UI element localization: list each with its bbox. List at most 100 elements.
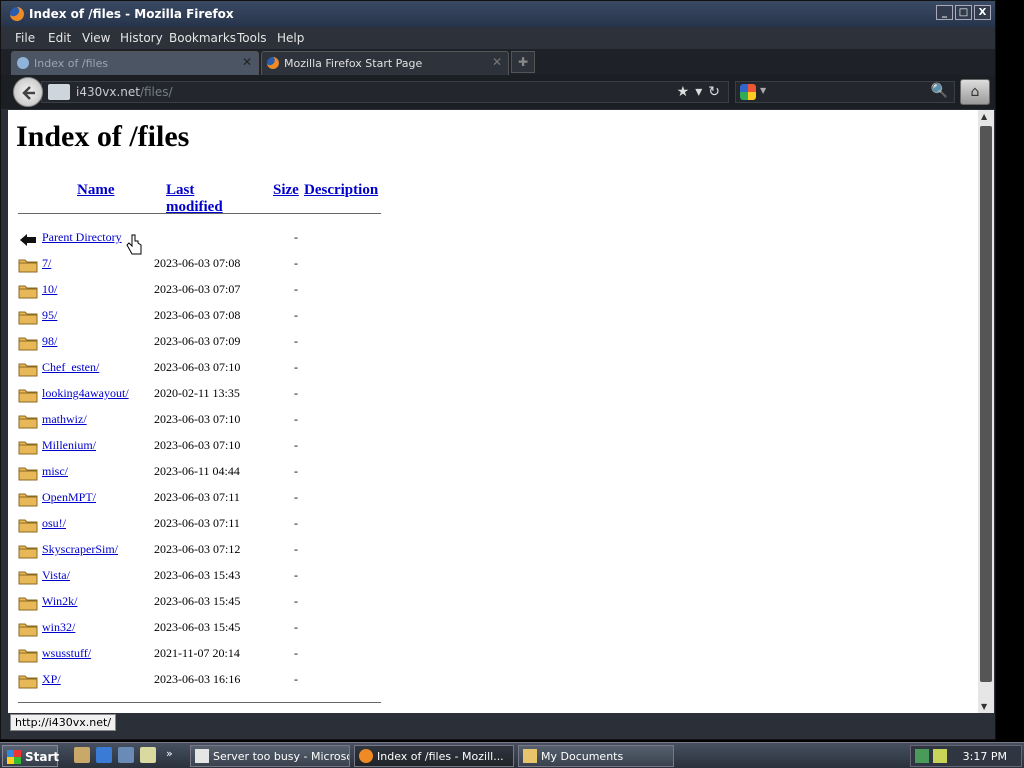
folder-link[interactable]: misc/ (42, 464, 68, 479)
modified-cell: 2023-06-03 07:10 (154, 360, 241, 374)
menu-tools[interactable]: Tools (237, 31, 267, 45)
folder-link[interactable]: 10/ (42, 282, 57, 297)
file-row: XP/2023-06-03 16:16 - (18, 671, 418, 693)
scroll-down-icon[interactable]: ▼ (981, 702, 987, 711)
folder-link[interactable]: mathwiz/ (42, 412, 87, 427)
task-my-documents[interactable]: My Documents (518, 745, 674, 767)
folder-icon (18, 259, 38, 273)
folder-link[interactable]: 95/ (42, 308, 57, 323)
sort-by-size-link[interactable]: Size (273, 182, 299, 199)
internet-explorer-icon[interactable] (96, 747, 112, 763)
folder-link[interactable]: Chef_esten/ (42, 360, 99, 375)
parent-directory-link[interactable]: Parent Directory (42, 230, 122, 245)
size-cell: - (294, 334, 298, 348)
close-tab-icon[interactable]: ✕ (242, 55, 252, 69)
menu-file[interactable]: File (15, 31, 35, 45)
folder-icon (18, 389, 38, 403)
clock[interactable]: 3:17 PM (963, 750, 1007, 763)
site-identity-icon[interactable] (48, 84, 70, 100)
sort-by-modified-link[interactable]: Last modified (166, 182, 223, 216)
file-row: wsusstuff/2021-11-07 20:14 - (18, 645, 418, 667)
reload-icon[interactable]: ↻ (708, 84, 720, 100)
url-bar[interactable]: i430vx.net/files/ ★ ▾ ↻ (41, 81, 729, 103)
menu-view[interactable]: View (82, 31, 110, 45)
system-tray: 3:17 PM (910, 745, 1022, 767)
folder-link[interactable]: Vista/ (42, 568, 70, 583)
vertical-scrollbar[interactable]: ▲ ▼ (978, 110, 994, 713)
back-button[interactable] (13, 77, 43, 107)
file-row: 10/2023-06-03 07:07 - (18, 281, 418, 303)
folder-link[interactable]: 98/ (42, 334, 57, 349)
folder-link[interactable]: wsusstuff/ (42, 646, 91, 661)
star-icon[interactable]: ★ (677, 84, 690, 100)
dropdown-arrow-icon[interactable]: ▾ (695, 84, 702, 100)
tab-bar: Index of /files ✕ Mozilla Firefox Start … (1, 49, 995, 75)
size-cell: - (294, 594, 298, 608)
tab-firefox-start-page[interactable]: Mozilla Firefox Start Page ✕ (261, 51, 509, 75)
tab-label: Index of /files (34, 57, 109, 70)
new-tab-button[interactable]: ✚ (511, 51, 535, 73)
explorer-icon[interactable] (140, 747, 156, 763)
folder-icon (18, 415, 38, 429)
folder-link[interactable]: OpenMPT/ (42, 490, 96, 505)
magnifier-icon[interactable]: 🔍 (931, 83, 948, 99)
url-host: i430vx.net (76, 85, 140, 99)
size-cell: - (294, 308, 298, 322)
scroll-up-icon[interactable]: ▲ (981, 112, 987, 121)
firefox-icon (359, 749, 373, 763)
navigation-bar: i430vx.net/files/ ★ ▾ ↻ ▼ 🔍 ⌂ (1, 75, 995, 109)
folder-icon (18, 623, 38, 637)
minimize-button[interactable]: _ (936, 5, 953, 20)
menu-edit[interactable]: Edit (48, 31, 71, 45)
close-tab-icon[interactable]: ✕ (492, 55, 502, 69)
modified-cell: 2023-06-03 07:09 (154, 334, 241, 348)
folder-link[interactable]: Millenium/ (42, 438, 96, 453)
ie-page-icon (195, 749, 209, 763)
media-player-icon[interactable] (118, 747, 134, 763)
folder-link[interactable]: win32/ (42, 620, 75, 635)
maximize-button[interactable]: □ (955, 5, 972, 20)
modified-cell: 2023-06-03 07:08 (154, 308, 241, 322)
footer-divider (18, 702, 381, 703)
quick-launch-chevron-icon[interactable]: » (166, 747, 173, 760)
scroll-thumb[interactable] (980, 126, 992, 682)
menu-history[interactable]: History (120, 31, 163, 45)
folder-link[interactable]: looking4awayout/ (42, 386, 129, 401)
task-label: My Documents (541, 750, 624, 763)
start-button[interactable]: Start (2, 745, 59, 767)
task-server-too-busy[interactable]: Server too busy - Microso... (190, 745, 350, 767)
menu-help[interactable]: Help (277, 31, 304, 45)
menu-bookmarks[interactable]: Bookmarks (169, 31, 236, 45)
status-bar: http://i430vx.net/ (8, 713, 994, 731)
title-bar[interactable]: Index of /files - Mozilla Firefox _ □ X (1, 1, 995, 27)
google-icon[interactable] (740, 84, 756, 100)
folder-link[interactable]: osu!/ (42, 516, 66, 531)
modified-cell: 2023-06-03 07:10 (154, 412, 241, 426)
size-cell: - (294, 542, 298, 556)
modified-cell: 2023-06-03 07:07 (154, 282, 241, 296)
menu-bar: File Edit View History Bookmarks Tools H… (1, 27, 995, 49)
size-cell: - (294, 230, 298, 244)
folder-link[interactable]: 7/ (42, 256, 51, 271)
mouse-cursor-icon (126, 234, 142, 255)
volume-icon[interactable] (933, 749, 947, 763)
file-row: 95/2023-06-03 07:08 - (18, 307, 418, 329)
task-firefox[interactable]: Index of /files - Mozill... (354, 745, 514, 767)
show-desktop-icon[interactable] (74, 747, 90, 763)
parent-directory-row: Parent Directory - (18, 229, 418, 251)
folder-link[interactable]: SkyscraperSim/ (42, 542, 118, 557)
tab-index-of-files[interactable]: Index of /files ✕ (11, 51, 259, 75)
file-row: mathwiz/2023-06-03 07:10 - (18, 411, 418, 433)
sort-by-description-link[interactable]: Description (304, 182, 378, 199)
folder-link[interactable]: XP/ (42, 672, 61, 687)
modified-cell: 2023-06-03 07:08 (154, 256, 241, 270)
network-icon[interactable] (915, 749, 929, 763)
home-button[interactable]: ⌂ (960, 79, 990, 105)
size-cell: - (294, 672, 298, 686)
sort-by-name-link[interactable]: Name (77, 182, 115, 199)
search-bar[interactable]: ▼ 🔍 (735, 81, 955, 103)
file-row: Vista/2023-06-03 15:43 - (18, 567, 418, 589)
folder-link[interactable]: Win2k/ (42, 594, 78, 609)
close-button[interactable]: X (974, 5, 991, 20)
engine-dropdown-icon[interactable]: ▼ (760, 86, 766, 95)
